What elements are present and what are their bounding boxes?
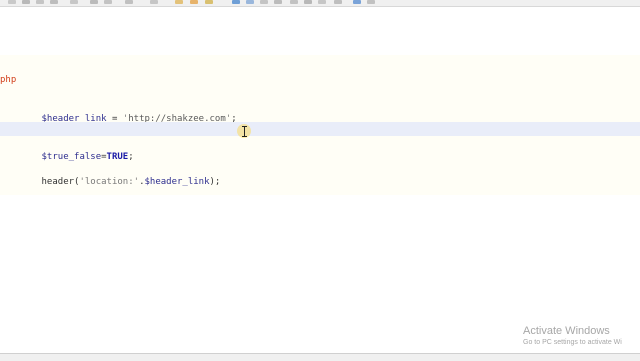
variable-header-link: $header_link xyxy=(144,177,210,187)
watermark-title: Activate Windows xyxy=(523,325,610,337)
toolbar-icon[interactable] xyxy=(22,0,30,4)
toolbar-icon[interactable] xyxy=(290,0,298,4)
code-line-current[interactable]: $true_false=TRUE; xyxy=(0,122,640,162)
toolbar-icon[interactable] xyxy=(150,0,158,4)
code-line-open-tag[interactable]: php xyxy=(0,59,640,85)
toolbar-icon[interactable] xyxy=(125,0,133,4)
toolbar-icon[interactable] xyxy=(8,0,16,4)
toolbar-icon[interactable] xyxy=(175,0,183,4)
text-cursor-icon xyxy=(237,124,251,138)
function-call: header( xyxy=(41,177,80,187)
toolbar-icon[interactable] xyxy=(304,0,312,4)
toolbar-icon[interactable] xyxy=(50,0,58,4)
code-line-1[interactable]: $header_link = 'http://shakzee.com'; xyxy=(0,84,640,124)
editor-top-strip xyxy=(0,7,640,37)
toolbar-icon[interactable] xyxy=(274,0,282,4)
toolbar-icon[interactable] xyxy=(246,0,254,4)
toolbar-icon[interactable] xyxy=(334,0,342,4)
toolbar xyxy=(0,0,640,7)
toolbar-icon[interactable] xyxy=(367,0,375,4)
string-location: 'location:' xyxy=(79,177,140,187)
toolbar-icon[interactable] xyxy=(70,0,78,4)
toolbar-icon[interactable] xyxy=(205,0,213,4)
code-editor[interactable]: php $header_link = 'http://shakzee.com';… xyxy=(0,7,640,353)
toolbar-icon[interactable] xyxy=(90,0,98,4)
code-line-3[interactable]: header('location:'.$header_link); xyxy=(0,147,640,187)
toolbar-icon[interactable] xyxy=(190,0,198,4)
activate-windows-watermark: Activate Windows Go to PC settings to ac… xyxy=(523,325,622,348)
toolbar-icon[interactable] xyxy=(104,0,112,4)
toolbar-icon[interactable] xyxy=(318,0,326,4)
toolbar-icon[interactable] xyxy=(232,0,240,4)
toolbar-icon[interactable] xyxy=(260,0,268,4)
watermark-subtitle: Go to PC settings to activate Wi xyxy=(523,339,622,346)
toolbar-icon[interactable] xyxy=(36,0,44,4)
toolbar-icon[interactable] xyxy=(353,0,361,4)
statement-end: ); xyxy=(209,177,221,187)
